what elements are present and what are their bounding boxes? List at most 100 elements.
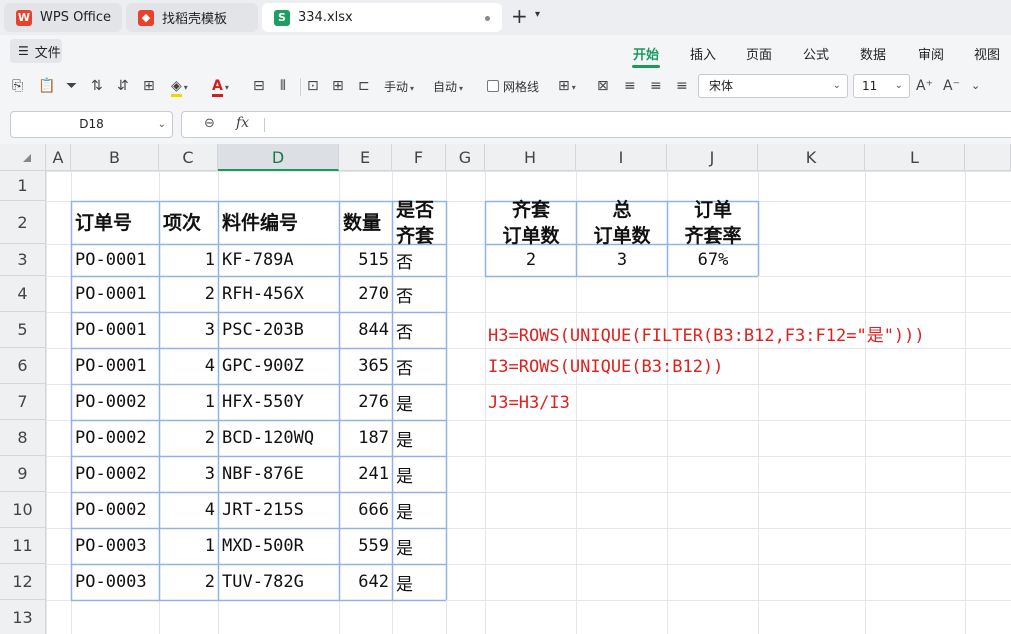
main-table-cell[interactable]: 2 [160,564,218,600]
select-all-corner[interactable] [0,144,46,171]
menu-tab-page[interactable]: 页面 [746,44,772,63]
formula-note[interactable]: H3=ROWS(UNIQUE(FILTER(B3:B12,F3:F12="是")… [488,321,925,346]
summary-table-header-cell[interactable]: 齐套 订单数 [486,199,576,247]
column-header-c[interactable]: C [159,144,218,171]
tab-template-store[interactable]: ◆ 找稻壳模板 [126,3,258,32]
tab-workbook[interactable]: S 334.xlsx [262,3,502,32]
column-header-g[interactable]: G [446,144,485,171]
worksheet[interactable]: ABCDEFGHIJKL 1 2 3 4 5 6 7 8 9 10 11 12 13 订单号 项次 料件编号… [0,144,1011,634]
main-table-header-cell[interactable]: 是否 齐套 [393,199,446,247]
main-table-cell[interactable]: 1 [160,528,218,564]
main-table-cell[interactable]: RFH-456X [219,276,339,312]
main-table-cell[interactable]: 否 [393,244,446,276]
main-table-cell[interactable]: GPC-900Z [219,348,339,384]
clear-format-icon[interactable]: ⊠ [597,77,609,95]
column-header-h[interactable]: H [485,144,576,171]
main-table-cell[interactable]: PO-0002 [72,492,159,528]
main-table-cell[interactable]: KF-789A [219,244,339,276]
file-menu-button[interactable]: ☰ 文件 [10,39,62,63]
main-table-cell[interactable]: PO-0001 [72,276,159,312]
row-header-4[interactable]: 4 [0,276,46,312]
main-table-cell[interactable]: 是 [393,384,446,420]
row-header-2[interactable]: 2 [0,201,46,244]
main-table-cell[interactable]: 241 [340,456,392,492]
main-table-cell[interactable]: PSC-203B [219,312,339,348]
table-style-icon[interactable]: ⊞ ▾ [558,77,576,97]
main-table-cell[interactable]: 否 [393,312,446,348]
main-table-cell[interactable]: 否 [393,276,446,312]
manual-calc-dropdown[interactable]: 手动 ▾ [384,78,414,95]
decrease-font-icon[interactable]: A⁻ [943,77,960,95]
main-table-cell[interactable]: NBF-876E [219,456,339,492]
main-table-cell[interactable]: 4 [160,348,218,384]
menu-tab-home[interactable]: 开始 [633,44,659,63]
row-header-10[interactable]: 10 [0,492,46,528]
menu-tab-view[interactable]: 视图 [974,44,1000,63]
main-table-cell[interactable]: PO-0001 [72,312,159,348]
main-table-cell[interactable]: 是 [393,492,446,528]
main-table-cell[interactable]: 4 [160,492,218,528]
main-table-cell[interactable]: 是 [393,564,446,600]
column-header-a[interactable]: A [46,144,71,171]
wrap-text-icon[interactable]: ⊡ [307,77,319,95]
main-table-cell[interactable]: BCD-120WQ [219,420,339,456]
menu-tab-formulas[interactable]: 公式 [803,44,829,63]
row-header-9[interactable]: 9 [0,456,46,492]
formula-input[interactable]: ⊖ fx [181,111,1011,138]
fill-color-icon[interactable]: ◈ ▾ [171,77,188,97]
formula-note[interactable]: J3=H3/I3 [488,393,570,413]
main-table-cell[interactable]: 559 [340,528,392,564]
main-table-header-cell[interactable]: 数量 [340,201,392,244]
main-table-cell[interactable]: PO-0001 [72,348,159,384]
format-painter-icon[interactable]: ⊟ [253,77,265,95]
calc-icon[interactable]: ⊏ [358,77,370,95]
main-table-cell[interactable]: PO-0002 [72,456,159,492]
tab-wps-office[interactable]: W WPS Office [4,3,122,32]
main-table-cell[interactable]: 844 [340,312,392,348]
main-table-header-cell[interactable]: 订单号 [72,201,159,244]
column-header-i[interactable]: I [576,144,667,171]
row-header-8[interactable]: 8 [0,420,46,456]
column-header-f[interactable]: F [392,144,446,171]
main-table-cell[interactable]: 是 [393,528,446,564]
main-table-cell[interactable]: 270 [340,276,392,312]
align-left-icon[interactable]: ≡ [624,77,636,95]
font-size-select[interactable]: 11 ⌄ [853,74,910,98]
new-tab-plus-icon[interactable]: + [511,6,528,26]
column-header-e[interactable]: E [339,144,392,171]
column-header-j[interactable]: J [667,144,758,171]
main-table-cell[interactable]: 是 [393,456,446,492]
main-table-cell[interactable]: TUV-782G [219,564,339,600]
chevron-down-icon[interactable]: ⌄ [971,77,980,95]
main-table-cell[interactable]: 是 [393,420,446,456]
row-header-12[interactable]: 12 [0,564,46,600]
main-table-cell[interactable]: PO-0002 [72,384,159,420]
main-table-cell[interactable]: 3 [160,312,218,348]
gridlines-checkbox[interactable] [487,80,499,92]
summary-table-value-cell[interactable]: 67% [668,244,758,276]
filter-icon[interactable]: ⏷ [66,77,77,95]
main-table-cell[interactable]: 3 [160,456,218,492]
formula-note[interactable]: I3=ROWS(UNIQUE(B3:B12)) [488,357,723,377]
borders-icon[interactable]: ⊞ [143,77,155,95]
increase-font-icon[interactable]: A⁺ [916,77,933,95]
sort-descending-icon[interactable]: ⇵ [117,77,129,95]
main-table-cell[interactable]: HFX-550Y [219,384,339,420]
main-table-cell[interactable]: PO-0003 [72,564,159,600]
clipboard-icon[interactable]: 📋 [38,77,55,95]
main-table-cell[interactable]: PO-0001 [72,244,159,276]
row-header-3[interactable]: 3 [0,244,46,276]
main-table-cell[interactable]: 515 [340,244,392,276]
sort-ascending-icon[interactable]: ⇅ [91,77,103,95]
column-header-b[interactable]: B [71,144,159,171]
align-center-icon[interactable]: ≡ [650,77,662,95]
function-icon[interactable]: fx [236,115,249,131]
main-table-cell[interactable]: 365 [340,348,392,384]
row-header-1[interactable]: 1 [0,171,46,201]
main-table-cell[interactable]: 276 [340,384,392,420]
main-table-cell[interactable]: JRT-215S [219,492,339,528]
row-header-7[interactable]: 7 [0,384,46,420]
main-table-cell[interactable]: PO-0002 [72,420,159,456]
align-right-icon[interactable]: ≡ [676,77,688,95]
row-header-6[interactable]: 6 [0,348,46,384]
